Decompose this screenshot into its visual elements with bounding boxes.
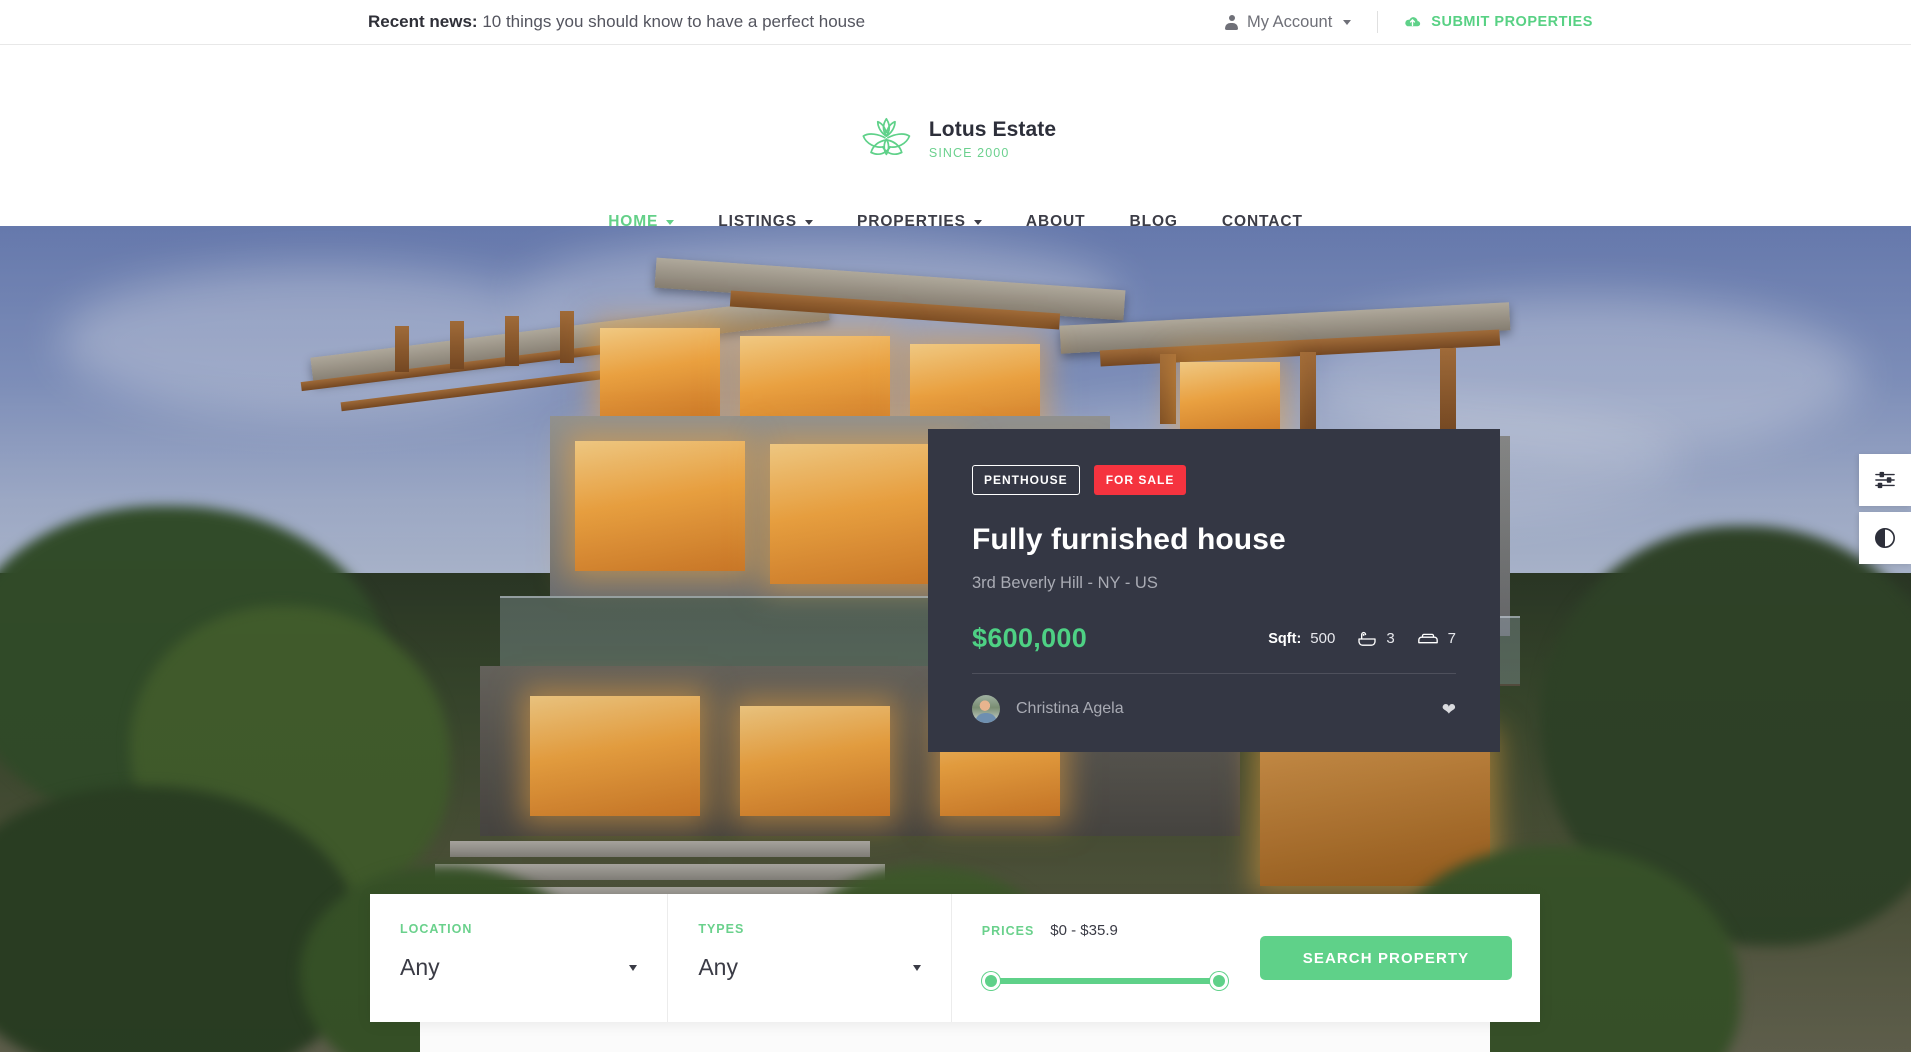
top-bar: Recent news: 10 things you should know t… — [0, 0, 1911, 45]
sqft-label: Sqft: — [1268, 630, 1302, 647]
brand-title: Lotus Estate — [928, 118, 1057, 142]
featured-property-card[interactable]: PENTHOUSE FOR SALE Fully furnished house… — [928, 429, 1500, 752]
property-price: $600,000 — [972, 623, 1088, 653]
recent-news-text: 10 things you should know to have a perf… — [482, 12, 866, 31]
search-property-button[interactable]: SEARCH PROPERTY — [1260, 936, 1512, 980]
stat-sqft: Sqft: 500 — [1268, 630, 1335, 647]
search-field-prices: PRICES $0 - $35.9 — [952, 894, 1260, 1022]
recent-news-label: Recent news: — [368, 12, 478, 31]
person-icon — [1225, 14, 1238, 30]
contrast-icon — [1875, 528, 1895, 548]
chevron-down-icon — [629, 964, 638, 971]
agent-name: Christina Agela — [1016, 700, 1124, 717]
sqft-value: 500 — [1310, 630, 1336, 647]
chevron-down-icon — [804, 219, 813, 225]
avatar — [972, 695, 1000, 723]
property-meta-row: $600,000 Sqft: 500 3 7 — [972, 623, 1456, 654]
chevron-down-icon — [666, 219, 675, 225]
search-button-wrap: SEARCH PROPERTY — [1260, 894, 1540, 1022]
submit-properties-label: SUBMIT PROPERTIES — [1431, 14, 1593, 30]
brand-logo[interactable]: Lotus Estate SINCE 2000 — [855, 115, 1056, 163]
property-badges: PENTHOUSE FOR SALE — [972, 465, 1456, 495]
next-section-peek — [420, 1022, 1490, 1052]
location-select[interactable]: Any — [400, 954, 638, 981]
location-label: LOCATION — [400, 922, 473, 936]
top-bar-right: My Account SUBMIT PROPERTIES — [1225, 0, 1911, 45]
stat-bedrooms: 7 — [1417, 630, 1456, 647]
lotus-icon — [861, 117, 910, 156]
card-divider — [972, 673, 1456, 674]
prices-header: PRICES $0 - $35.9 — [982, 922, 1230, 939]
bathroom-count: 3 — [1386, 630, 1395, 647]
status-badge: FOR SALE — [1093, 465, 1187, 495]
slider-track — [981, 978, 1228, 984]
slider-handle-max[interactable] — [1209, 972, 1228, 990]
my-account-label: My Account — [1247, 12, 1333, 31]
search-field-location: LOCATION Any — [370, 894, 669, 1022]
bathtub-icon — [1358, 631, 1376, 646]
chevron-down-icon — [1343, 19, 1352, 25]
price-range-slider[interactable] — [981, 972, 1228, 990]
location-value: Any — [400, 954, 440, 980]
types-select[interactable]: Any — [698, 954, 921, 981]
types-value: Any — [698, 954, 738, 980]
heart-icon[interactable]: ❤ — [1442, 701, 1456, 718]
chevron-down-icon — [973, 219, 982, 225]
property-address: 3rd Beverly Hill - NY - US — [972, 574, 1158, 592]
recent-news[interactable]: Recent news: 10 things you should know t… — [368, 12, 865, 32]
property-stats: Sqft: 500 3 7 — [1268, 630, 1456, 647]
bedroom-count: 7 — [1447, 630, 1456, 647]
chevron-down-icon — [912, 964, 921, 971]
site-header: Lotus Estate SINCE 2000 HOME LISTINGS PR… — [0, 45, 1911, 230]
search-field-types: TYPES Any — [668, 894, 952, 1022]
submit-properties-link[interactable]: SUBMIT PROPERTIES — [1378, 14, 1593, 30]
property-title: Fully furnished house — [972, 523, 1286, 556]
contrast-toggle[interactable] — [1859, 512, 1911, 564]
brand-tagline: SINCE 2000 — [928, 145, 1010, 160]
types-label: TYPES — [698, 922, 745, 936]
floating-tools — [1859, 454, 1911, 564]
bed-icon — [1417, 633, 1438, 643]
property-search-panel: LOCATION Any TYPES Any PRICES $0 - $35.9… — [370, 894, 1540, 1022]
badge-property-type: PENTHOUSE — [972, 465, 1080, 495]
agent-row: Christina Agela ❤ — [972, 695, 1456, 723]
stat-bathrooms: 3 — [1357, 630, 1395, 647]
settings-panel-toggle[interactable] — [1859, 454, 1911, 506]
price-range-value: $0 - $35.9 — [1050, 922, 1118, 939]
prices-label: PRICES — [981, 924, 1035, 938]
my-account-menu[interactable]: My Account — [1225, 13, 1377, 32]
slider-handle-min[interactable] — [981, 972, 1000, 990]
sliders-icon — [1875, 471, 1895, 489]
agent-info[interactable]: Christina Agela — [972, 695, 1124, 723]
cloud-upload-icon — [1405, 17, 1421, 27]
brand-text: Lotus Estate SINCE 2000 — [929, 118, 1056, 159]
